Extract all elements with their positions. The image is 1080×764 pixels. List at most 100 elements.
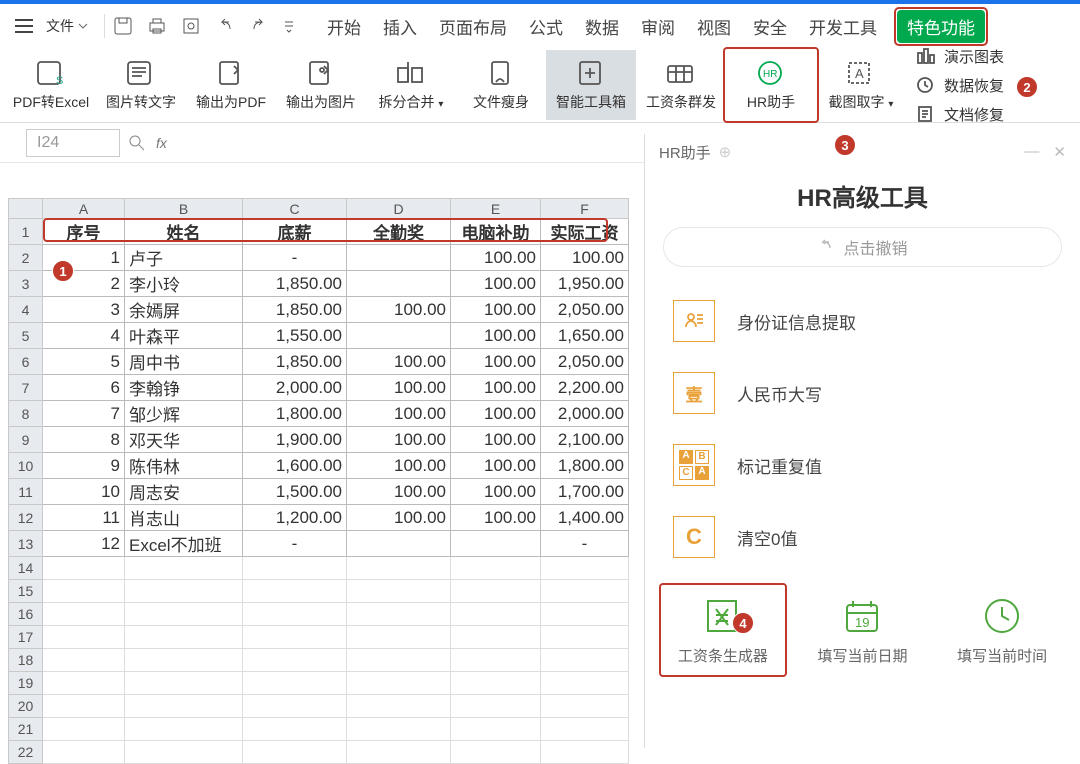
cell[interactable] [451,741,541,764]
cell[interactable]: - [541,531,629,557]
ribbon-数据恢复[interactable]: 数据恢复 [912,73,1008,98]
cell[interactable]: 1,800.00 [541,453,629,479]
cell[interactable]: 100.00 [451,245,541,271]
cell[interactable]: 8 [43,427,125,453]
cell[interactable]: 5 [43,349,125,375]
cell[interactable]: 李翰铮 [125,375,243,401]
row-header-20[interactable]: 20 [9,695,43,718]
zoom-icon[interactable] [128,134,146,152]
cell[interactable] [541,741,629,764]
cell[interactable] [125,603,243,626]
cell[interactable] [347,271,451,297]
cell[interactable]: 6 [43,375,125,401]
cell[interactable] [541,718,629,741]
cell[interactable] [43,580,125,603]
cell[interactable]: - [243,245,347,271]
ribbon-文档修复[interactable]: 文档修复 [912,102,1008,127]
cell[interactable] [347,718,451,741]
cell[interactable] [125,626,243,649]
cell[interactable] [125,695,243,718]
row-header-3[interactable]: 3 [9,271,43,297]
cell[interactable]: 100.00 [347,349,451,375]
cell[interactable] [43,649,125,672]
cell[interactable]: 1,200.00 [243,505,347,531]
cell[interactable]: 100.00 [451,505,541,531]
cell[interactable] [541,603,629,626]
cell[interactable] [541,695,629,718]
cell[interactable]: - [243,531,347,557]
print-icon[interactable] [147,16,167,36]
cell[interactable] [451,531,541,557]
cell[interactable] [451,695,541,718]
cell[interactable] [43,695,125,718]
cell[interactable]: 2,050.00 [541,297,629,323]
cell[interactable] [243,672,347,695]
row-header-7[interactable]: 7 [9,375,43,401]
row-header-21[interactable]: 21 [9,718,43,741]
row-header-4[interactable]: 4 [9,297,43,323]
tab-开始[interactable]: 开始 [325,10,363,43]
row-header-1[interactable]: 1 [9,219,43,245]
cell[interactable] [347,531,451,557]
cell[interactable] [43,626,125,649]
cell[interactable]: 1,700.00 [541,479,629,505]
ribbon-演示图表[interactable]: 演示图表 [912,44,1008,69]
cell[interactable]: 1,600.00 [243,453,347,479]
tab-数据[interactable]: 数据 [583,10,621,43]
cell[interactable] [243,695,347,718]
cell[interactable]: 1,800.00 [243,401,347,427]
cell[interactable]: 2,200.00 [541,375,629,401]
cell[interactable] [347,695,451,718]
cell[interactable] [347,649,451,672]
cell[interactable]: 100.00 [451,323,541,349]
cell[interactable]: 100.00 [451,479,541,505]
cell[interactable] [125,580,243,603]
row-header-13[interactable]: 13 [9,531,43,557]
cell[interactable] [243,603,347,626]
row-header-8[interactable]: 8 [9,401,43,427]
cell[interactable] [43,672,125,695]
tab-页面布局[interactable]: 页面布局 [437,10,509,43]
tool-清空0值[interactable]: C清空0值 [645,501,1080,573]
row-header-12[interactable]: 12 [9,505,43,531]
cell[interactable] [451,557,541,580]
cell[interactable]: 1,850.00 [243,349,347,375]
cell[interactable] [451,718,541,741]
cell[interactable]: 1,650.00 [541,323,629,349]
cell[interactable]: 1,500.00 [243,479,347,505]
tool-标记重复值[interactable]: ABCA标记重复值 [645,429,1080,501]
row-header-16[interactable]: 16 [9,603,43,626]
cell[interactable] [347,557,451,580]
cell[interactable] [541,672,629,695]
cell[interactable]: 肖志山 [125,505,243,531]
ribbon-工资条群发[interactable]: 工资条群发 [636,50,726,120]
menu-file[interactable]: 文件 [38,16,96,36]
cell[interactable] [451,649,541,672]
col-header-F[interactable]: F [541,199,629,219]
cell[interactable] [243,718,347,741]
col-header-A[interactable]: A [43,199,125,219]
cell[interactable] [125,649,243,672]
cell[interactable]: 1,400.00 [541,505,629,531]
cell[interactable]: 9 [43,453,125,479]
tab-插入[interactable]: 插入 [381,10,419,43]
cell[interactable] [125,672,243,695]
redo-icon[interactable] [249,16,269,36]
cell[interactable]: 2,000.00 [541,401,629,427]
cell[interactable] [125,741,243,764]
row-header-15[interactable]: 15 [9,580,43,603]
cell[interactable] [243,580,347,603]
cell[interactable] [451,672,541,695]
cell[interactable]: 100.00 [347,427,451,453]
cell[interactable] [451,580,541,603]
cell[interactable] [347,672,451,695]
ribbon-PDF转Excel[interactable]: SPDF转Excel [6,50,96,120]
save-icon[interactable] [113,16,133,36]
hamburger-icon[interactable] [10,12,38,40]
tab-安全[interactable]: 安全 [751,10,789,43]
cell[interactable]: 100.00 [451,427,541,453]
cell[interactable]: 100.00 [541,245,629,271]
cell[interactable]: 陈伟林 [125,453,243,479]
overflow-icon[interactable] [283,18,295,34]
cell[interactable] [243,557,347,580]
